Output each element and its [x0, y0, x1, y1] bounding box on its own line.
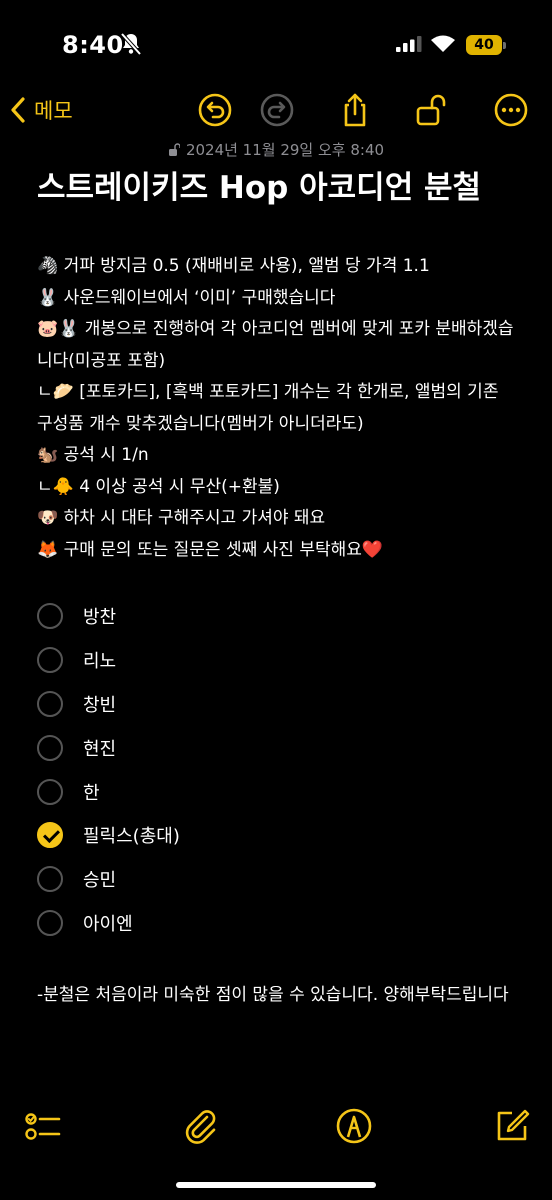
lock-open-small-icon — [168, 143, 181, 156]
markup-button[interactable] — [334, 1106, 374, 1146]
undo-icon — [198, 93, 232, 127]
redo-icon — [260, 93, 294, 127]
checkbox-checked-icon[interactable] — [37, 822, 63, 849]
checkbox-circle[interactable] — [37, 734, 63, 761]
note-line: 🐿️ 공석 시 1/n — [37, 445, 149, 465]
checklist-item-label: 방찬 — [83, 606, 117, 628]
note-line: 🦊 구매 문의 또는 질문은 셋째 사진 부탁해요❤️ — [37, 539, 384, 560]
compose-icon — [497, 1109, 530, 1141]
note-title[interactable]: 스트레이키즈 Hop 아코디언 분철 — [37, 166, 481, 210]
lock-button[interactable] — [414, 92, 450, 128]
checklist-item: 방찬 — [37, 594, 517, 638]
chevron-left-icon — [11, 97, 25, 123]
back-button[interactable]: 메모 — [10, 90, 73, 130]
checklist-item: 승민 — [37, 857, 517, 901]
note-line: 🐷🐰 개봉으로 진행하여 각 아코디언 멤버에 맞게 포카 분배하겠습니다(미공… — [37, 319, 514, 371]
paperclip-icon — [185, 1110, 216, 1144]
home-indicator[interactable] — [176, 1182, 376, 1188]
checklist-item: 한 — [37, 770, 517, 814]
checkbox-circle[interactable] — [37, 602, 63, 629]
status-bar: 8:40 40 — [0, 0, 552, 90]
note-line: ㄴ🥟 [포토카드], [흑백 포토카드] 개수는 각 한개로, 앨범의 기존 구… — [37, 382, 499, 434]
checkbox-circle[interactable] — [37, 778, 63, 805]
checklist-item: 리노 — [37, 638, 517, 682]
note-line: ㄴ🐥 4 이상 공석 시 무산(+환불) — [37, 476, 280, 497]
checklist-item: 아이엔 — [37, 901, 517, 945]
checkbox-circle[interactable] — [37, 910, 63, 937]
back-label: 메모 — [34, 99, 73, 123]
compose-button[interactable] — [492, 1106, 532, 1146]
member-checklist: 방찬 리노 창빈 현진 한 필릭스(총대) 승민 아이엔 — [37, 594, 517, 945]
checklist-item: 필릭스(총대) — [37, 813, 517, 857]
bottom-toolbar — [0, 1096, 552, 1156]
battery-tip — [503, 42, 506, 49]
checklist-icon — [25, 1113, 61, 1140]
checkbox-circle[interactable] — [37, 646, 63, 673]
bell-slash-icon — [120, 32, 142, 60]
lock-open-icon — [416, 94, 446, 126]
checklist-item-label: 필릭스(총대) — [83, 826, 180, 848]
checklist-item: 현진 — [37, 726, 517, 770]
redo-button[interactable] — [259, 92, 295, 128]
note-line: 🐶 하차 시 대타 구해주시고 가셔야 돼요 — [37, 508, 326, 528]
attachment-button[interactable] — [180, 1106, 220, 1146]
checkbox-circle[interactable] — [37, 866, 63, 893]
checklist-item: 창빈 — [37, 682, 517, 726]
status-time: 8:40 — [62, 31, 124, 59]
checklist-button[interactable] — [22, 1106, 62, 1146]
checkbox-circle[interactable] — [37, 690, 63, 717]
note-line: 🦓 거파 방지금 0.5 (재배비로 사용), 앨범 당 가격 1.1 — [37, 256, 430, 276]
battery-icon: 40 — [466, 35, 502, 55]
undo-button[interactable] — [197, 92, 233, 128]
signal-icon — [396, 36, 422, 56]
share-button[interactable] — [337, 92, 373, 128]
markup-icon — [336, 1108, 372, 1144]
navigation-bar: 메모 — [0, 80, 552, 140]
note-body[interactable]: 🦓 거파 방지금 0.5 (재배비로 사용), 앨범 당 가격 1.1 🐰 사운… — [37, 251, 517, 566]
checklist-item-label: 한 — [83, 782, 100, 804]
checklist-item-label: 승민 — [83, 870, 117, 892]
checklist-item-label: 아이엔 — [83, 914, 133, 936]
note-date-text: 2024년 11월 29일 오후 8:40 — [185, 141, 385, 159]
checklist-item-label: 창빈 — [83, 694, 117, 716]
note-date: 2024년 11월 29일 오후 8:40 — [0, 139, 552, 160]
wifi-icon — [430, 34, 456, 57]
checklist-item-label: 현진 — [83, 738, 117, 760]
more-button[interactable] — [493, 92, 529, 128]
more-icon — [494, 93, 528, 127]
share-icon — [344, 93, 366, 127]
note-line: 🐰 사운드웨이브에서 ‘이미’ 구매했습니다 — [37, 287, 336, 308]
checklist-item-label: 리노 — [83, 650, 117, 672]
note-footer[interactable]: -분철은 처음이라 미숙한 점이 많을 수 있습니다. 양해부탁드립니다 — [37, 980, 517, 1012]
